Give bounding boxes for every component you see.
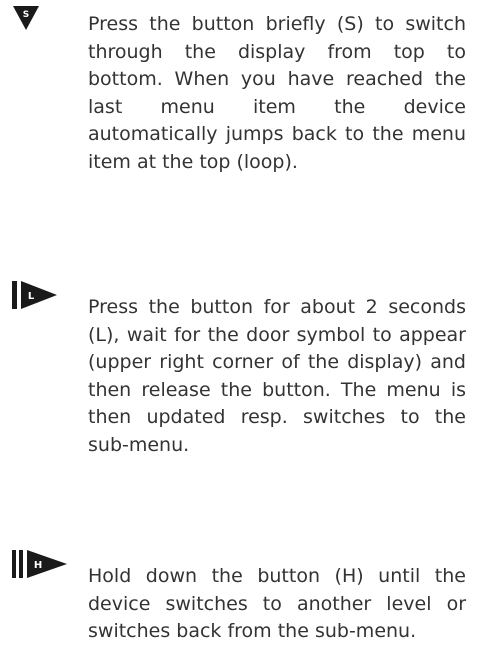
long-press-icon: L [12, 280, 60, 314]
short-press-description: Press the button briefly (S) to switch t… [88, 13, 466, 173]
hold-press-icon: H [12, 549, 70, 583]
long-press-description: Press the button for about 2 seconds (L)… [88, 296, 466, 456]
hold-press-letter: H [34, 560, 42, 571]
long-press-letter: L [28, 291, 35, 302]
hold-press-description: Hold down the button (H) until the devic… [88, 565, 466, 642]
short-press-letter: S [23, 10, 29, 20]
short-press-icon: S [12, 5, 40, 35]
